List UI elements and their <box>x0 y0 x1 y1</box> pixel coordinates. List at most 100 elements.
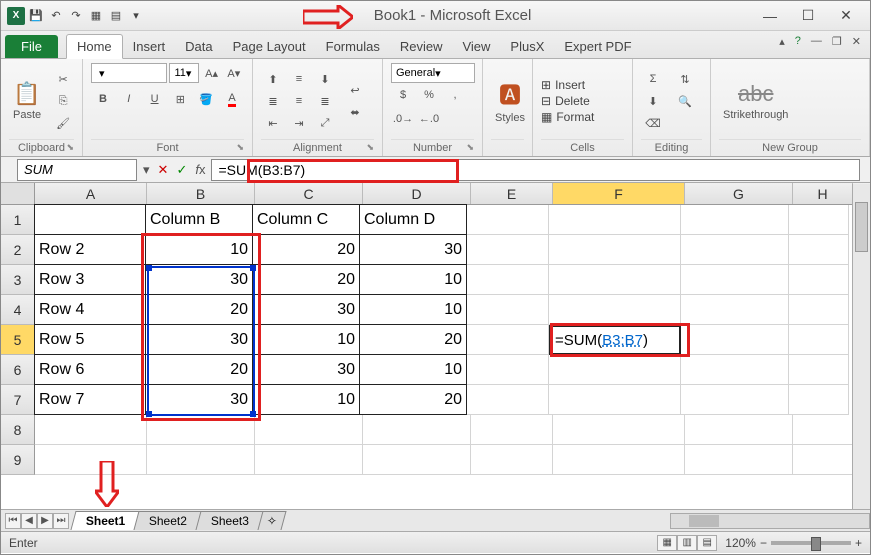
redo-icon[interactable]: ↷ <box>67 7 85 25</box>
maximize-button[interactable]: ☐ <box>798 6 818 26</box>
cell-F7[interactable] <box>549 385 681 415</box>
cell-A9[interactable] <box>35 445 147 475</box>
format-painter-icon[interactable]: 🖌 <box>51 113 75 133</box>
font-launcher-icon[interactable]: ⬊ <box>236 142 244 153</box>
font-family-select[interactable]: ▾ <box>91 63 167 83</box>
number-format-select[interactable]: General ▾ <box>391 63 475 83</box>
align-top-icon[interactable]: ⬆ <box>261 69 285 89</box>
align-right-icon[interactable]: ≣ <box>313 91 337 111</box>
view-layout-icon[interactable]: ▥ <box>677 535 697 551</box>
cell-D5[interactable]: 20 <box>359 324 467 355</box>
tab-page-layout[interactable]: Page Layout <box>223 35 316 58</box>
cell-D3[interactable]: 10 <box>359 264 467 295</box>
cell-A7[interactable]: Row 7 <box>34 384 146 415</box>
cell-H4[interactable] <box>789 295 849 325</box>
sort-filter-icon[interactable]: ⇅ <box>673 69 697 89</box>
cells-delete-button[interactable]: ⊟Delete <box>541 94 594 108</box>
cut-icon[interactable]: ✂ <box>51 69 75 89</box>
cell-A2[interactable]: Row 2 <box>34 234 146 265</box>
tab-data[interactable]: Data <box>175 35 222 58</box>
copy-icon[interactable]: ⎘ <box>51 91 75 111</box>
cell-C3[interactable]: 20 <box>252 264 360 295</box>
tab-file[interactable]: File <box>5 35 58 58</box>
col-header-H[interactable]: H <box>793 183 853 204</box>
increase-indent-icon[interactable]: ⇥ <box>287 113 311 133</box>
cell-D4[interactable]: 10 <box>359 294 467 325</box>
cell-B9[interactable] <box>147 445 255 475</box>
col-header-D[interactable]: D <box>363 183 471 204</box>
cell-C1[interactable]: Column C <box>252 204 360 235</box>
cell-H9[interactable] <box>793 445 853 475</box>
row-header-6[interactable]: 6 <box>1 355 35 385</box>
tab-nav-last-icon[interactable]: ⏭ <box>53 513 69 529</box>
cell-F4[interactable] <box>549 295 681 325</box>
qat-btn-2[interactable]: ▤ <box>107 7 125 25</box>
cell-G7[interactable] <box>681 385 789 415</box>
cell-C6[interactable]: 30 <box>252 354 360 385</box>
italic-button[interactable]: I <box>117 89 141 109</box>
tab-review[interactable]: Review <box>390 35 453 58</box>
wrap-text-icon[interactable]: ↩ <box>343 80 367 100</box>
fill-color-button[interactable]: 🪣 <box>194 89 218 109</box>
cell-C7[interactable]: 10 <box>252 384 360 415</box>
col-header-F[interactable]: F <box>553 183 685 204</box>
cell-B2[interactable]: 10 <box>145 234 253 265</box>
cell-D9[interactable] <box>363 445 471 475</box>
cell-F2[interactable] <box>549 235 681 265</box>
cell-G3[interactable] <box>681 265 789 295</box>
undo-icon[interactable]: ↶ <box>47 7 65 25</box>
zoom-in-icon[interactable]: + <box>855 536 862 550</box>
cell-C8[interactable] <box>255 415 363 445</box>
cell-H8[interactable] <box>793 415 853 445</box>
merge-center-icon[interactable]: ⬌ <box>343 102 367 122</box>
underline-button[interactable]: U <box>143 89 167 109</box>
tab-insert[interactable]: Insert <box>123 35 176 58</box>
cell-G2[interactable] <box>681 235 789 265</box>
cell-B5[interactable]: 30 <box>145 324 253 355</box>
cell-H5[interactable] <box>789 325 849 355</box>
cell-B1[interactable]: Column B <box>145 204 253 235</box>
col-header-B[interactable]: B <box>147 183 255 204</box>
cell-B4[interactable]: 20 <box>145 294 253 325</box>
cell-B6[interactable]: 20 <box>145 354 253 385</box>
cell-B3[interactable]: 30 <box>145 264 253 295</box>
save-icon[interactable]: 💾 <box>27 7 45 25</box>
col-header-G[interactable]: G <box>685 183 793 204</box>
cell-G6[interactable] <box>681 355 789 385</box>
clipboard-launcher-icon[interactable]: ⬊ <box>66 142 74 153</box>
cell-C9[interactable] <box>255 445 363 475</box>
cell-A4[interactable]: Row 4 <box>34 294 146 325</box>
sheet-tab-2[interactable]: Sheet2 <box>134 511 203 530</box>
ribbon-minimize-icon[interactable]: ▴ <box>776 35 788 48</box>
alignment-launcher-icon[interactable]: ⬊ <box>366 142 374 153</box>
cell-C4[interactable]: 30 <box>252 294 360 325</box>
cell-G1[interactable] <box>681 205 789 235</box>
cancel-formula-icon[interactable]: ✕ <box>158 162 169 178</box>
accept-formula-icon[interactable]: ✓ <box>176 162 187 178</box>
help-icon[interactable]: ? <box>792 35 804 48</box>
qat-more-icon[interactable]: ▾ <box>127 7 145 25</box>
cell-H7[interactable] <box>789 385 849 415</box>
cell-E2[interactable] <box>467 235 549 265</box>
cell-E7[interactable] <box>467 385 549 415</box>
cell-A5[interactable]: Row 5 <box>34 324 146 355</box>
cell-F5[interactable]: =SUM(B3:B7) <box>549 325 681 355</box>
excel-icon[interactable]: X <box>7 7 25 25</box>
cell-D6[interactable]: 10 <box>359 354 467 385</box>
align-middle-icon[interactable]: ≡ <box>287 69 311 89</box>
find-select-icon[interactable]: 🔍 <box>673 91 697 111</box>
row-header-5[interactable]: 5 <box>1 325 35 355</box>
row-header-3[interactable]: 3 <box>1 265 35 295</box>
cell-E5[interactable] <box>467 325 549 355</box>
cell-A3[interactable]: Row 3 <box>34 264 146 295</box>
cells-insert-button[interactable]: ⊞Insert <box>541 78 594 92</box>
align-bottom-icon[interactable]: ⬇ <box>313 69 337 89</box>
select-all-corner[interactable] <box>1 183 35 204</box>
name-box[interactable]: SUM <box>17 159 137 181</box>
cell-F3[interactable] <box>549 265 681 295</box>
tab-plusx[interactable]: PlusX <box>500 35 554 58</box>
fx-icon[interactable]: fx <box>195 162 205 177</box>
cell-D7[interactable]: 20 <box>359 384 467 415</box>
cell-E4[interactable] <box>467 295 549 325</box>
col-header-E[interactable]: E <box>471 183 553 204</box>
